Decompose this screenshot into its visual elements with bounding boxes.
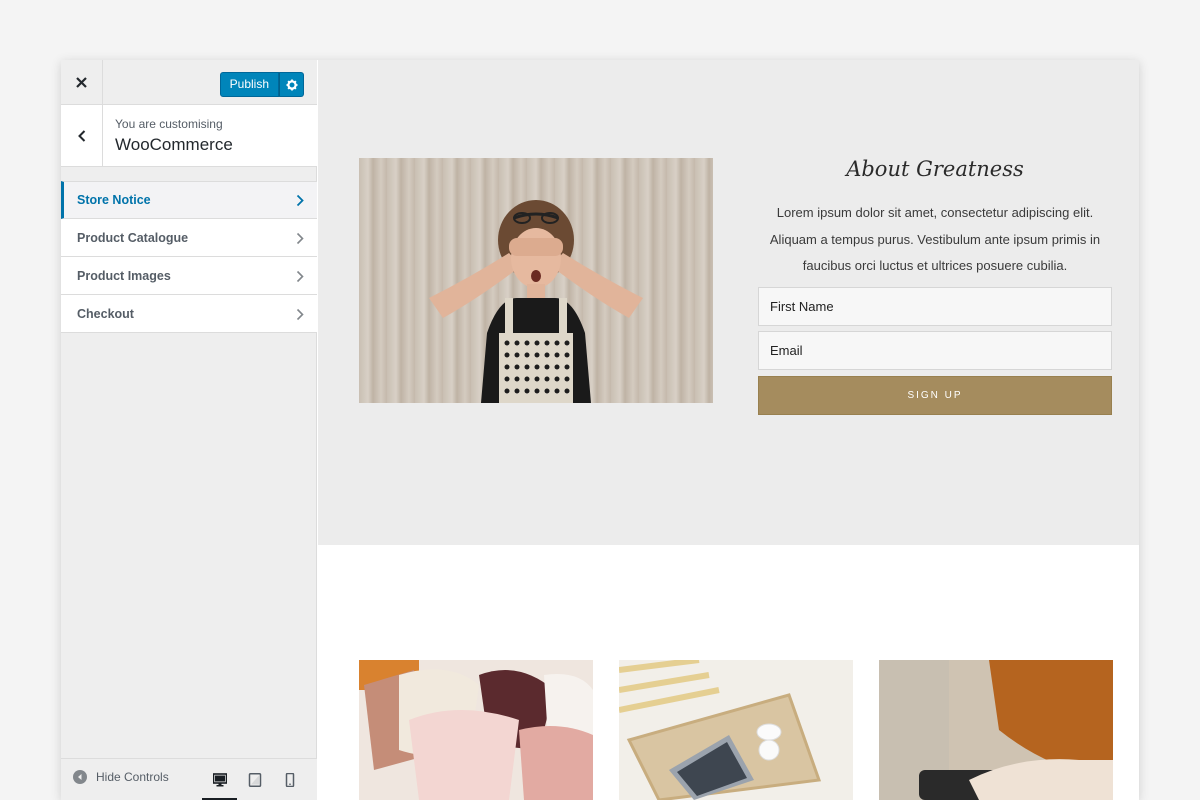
customizing-label: You are customising (115, 117, 223, 131)
publish-settings-button[interactable] (279, 72, 304, 97)
first-name-field[interactable]: First Name (758, 287, 1112, 326)
pillows-product-image[interactable] (359, 660, 593, 800)
email-placeholder: Email (770, 343, 803, 358)
menu-item-product-catalogue[interactable]: Product Catalogue (61, 219, 317, 257)
about-text: Lorem ipsum dolor sit amet, consectetur … (769, 205, 1101, 273)
menu-item-label: Store Notice (77, 193, 151, 207)
publish-button[interactable]: Publish (219, 72, 279, 97)
chevron-left-icon (77, 130, 85, 142)
chevron-right-icon (296, 232, 304, 245)
tablet-icon (248, 773, 261, 787)
device-desktop-button[interactable] (202, 759, 237, 800)
hide-controls-label: Hide Controls (96, 770, 169, 784)
mobile-icon (285, 773, 294, 787)
chevron-right-icon (296, 270, 304, 283)
menu-item-label: Product Catalogue (77, 231, 189, 245)
close-icon (76, 77, 87, 88)
section-menu: Store Notice Product Catalogue Product I… (61, 181, 317, 333)
device-switcher (202, 759, 307, 800)
chevron-right-icon (296, 194, 304, 207)
hide-controls-button[interactable]: Hide Controls (73, 770, 169, 784)
menu-item-product-images[interactable]: Product Images (61, 257, 317, 295)
laptop-tray-image[interactable] (619, 660, 853, 800)
menu-item-store-notice[interactable]: Store Notice (61, 181, 317, 219)
about-title: About Greatness (846, 157, 1024, 181)
customizer-panel: Publish You are customising WooCommerce … (61, 60, 317, 800)
device-mobile-button[interactable] (272, 759, 307, 800)
panel-footer: Hide Controls (61, 758, 317, 800)
email-field[interactable]: Email (758, 331, 1112, 370)
publish-group: Publish (219, 72, 304, 97)
menu-item-checkout[interactable]: Checkout (61, 295, 317, 333)
woman-portrait-image (359, 158, 713, 403)
sign-up-button[interactable]: SIGN UP (758, 376, 1112, 415)
customizer-window: Publish You are customising WooCommerce … (61, 60, 1139, 800)
back-button[interactable] (61, 105, 103, 167)
first-name-placeholder: First Name (770, 299, 834, 314)
device-tablet-button[interactable] (237, 759, 272, 800)
section-title: WooCommerce (115, 135, 233, 154)
shopping-bag-image[interactable] (879, 660, 1113, 800)
chevron-right-icon (296, 308, 304, 321)
menu-item-label: Product Images (77, 269, 171, 283)
section-header: You are customising WooCommerce (61, 105, 317, 167)
collapse-arrow-icon (73, 770, 87, 784)
gear-icon (286, 79, 297, 90)
desktop-icon (212, 773, 227, 787)
panel-header: Publish (61, 60, 317, 105)
about-section: About Greatness Lorem ipsum dolor sit am… (318, 60, 1139, 545)
close-button[interactable] (61, 60, 103, 105)
menu-item-label: Checkout (77, 307, 134, 321)
site-preview: About Greatness Lorem ipsum dolor sit am… (318, 60, 1139, 800)
